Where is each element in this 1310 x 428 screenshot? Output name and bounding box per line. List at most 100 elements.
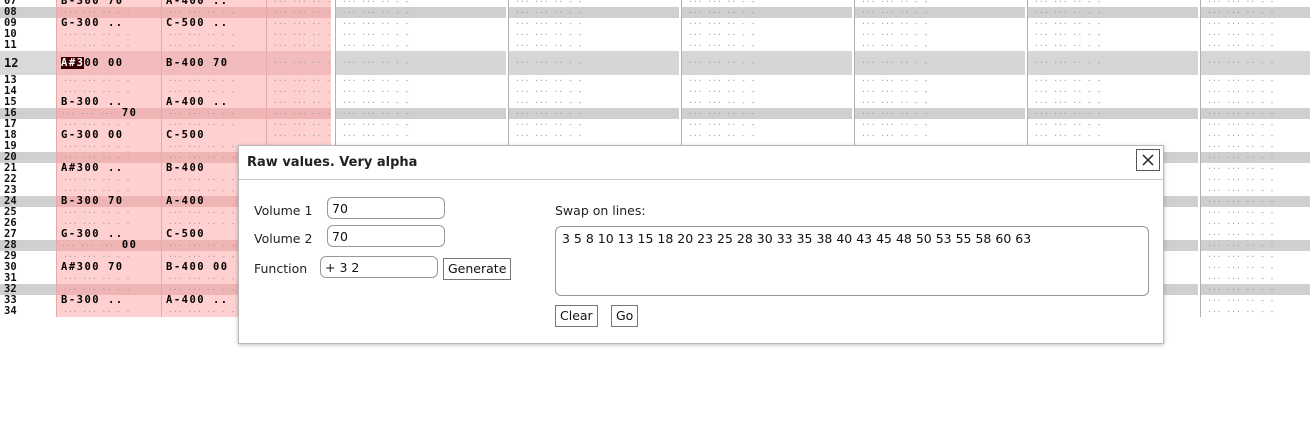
channel-cell[interactable]: ··· ··· ·· - - <box>266 7 331 18</box>
channel-cell[interactable]: ··· ··· ·· - - <box>508 86 679 97</box>
channel-cell[interactable]: ··· ··· ·· - - <box>1200 273 1310 284</box>
channel-cell[interactable]: C-500 .. <box>161 18 267 29</box>
channel-cell[interactable]: A#300 70 <box>56 262 162 273</box>
channel-cell[interactable]: ··· ··· ·· - - <box>1200 229 1310 240</box>
channel-cell[interactable]: ··· ··· ·· - - <box>335 29 506 40</box>
pattern-row[interactable]: 18G-300 00C-500··· ··· ·· - -··· ··· ·· … <box>0 130 1310 141</box>
channel-cell[interactable]: ··· ··· ·· - - <box>854 18 1025 29</box>
channel-cell[interactable]: ··· ··· ·· - - <box>854 29 1025 40</box>
channel-cell[interactable]: ··· ··· ·· - - <box>56 29 162 40</box>
channel-cell[interactable]: G-300 .. <box>56 229 162 240</box>
channel-cell[interactable]: C-500 <box>161 130 267 141</box>
channel-cell[interactable]: ··· ··· ·· - - <box>1027 18 1198 29</box>
volume1-input[interactable] <box>327 197 445 219</box>
channel-cell[interactable]: ··· ··· ·· - - <box>681 29 852 40</box>
channel-cell[interactable]: ··· ··· ·· - - <box>854 0 1025 7</box>
channel-cell[interactable]: A#300 00 <box>56 51 162 75</box>
channel-cell[interactable]: ··· ··· ·· - - <box>854 97 1025 108</box>
channel-cell[interactable]: ··· ··· ·· - - <box>266 29 331 40</box>
channel-cell[interactable]: ··· ··· ·· - - <box>1027 75 1198 86</box>
channel-cell[interactable]: ··· ··· ·· - - <box>1200 119 1310 130</box>
go-button[interactable]: Go <box>611 305 639 327</box>
volume2-input[interactable] <box>327 225 445 247</box>
channel-cell[interactable]: ··· ··· ·· - - <box>1200 240 1310 251</box>
channel-cell[interactable]: ··· ··· ·· - - <box>681 86 852 97</box>
channel-cell[interactable]: ··· ··· ·· - - <box>508 7 679 18</box>
channel-cell[interactable]: B-400 70 <box>161 51 267 75</box>
channel-cell[interactable]: ··· ··· ·· - - <box>1200 284 1310 295</box>
channel-cell[interactable]: ··· ··· ·· - - <box>335 97 506 108</box>
channel-cell[interactable]: ··· ··· ·· - - <box>854 119 1025 130</box>
channel-cell[interactable]: ··· ··· ·· - - <box>854 130 1025 141</box>
channel-cell[interactable]: ··· ··· ·· - - <box>508 29 679 40</box>
channel-cell[interactable]: ··· ··· ·· - - <box>335 7 506 18</box>
channel-cell[interactable]: G-300 .. <box>56 18 162 29</box>
channel-cell[interactable]: ··· ··· ·· - - <box>1027 97 1198 108</box>
channel-cell[interactable]: ··· ··· ·· - - <box>1200 218 1310 229</box>
channel-cell[interactable]: ··· ··· ·· - - <box>1200 7 1310 18</box>
channel-cell[interactable]: ··· ··· ·· - - <box>1027 86 1198 97</box>
channel-cell[interactable]: ··· ··· ·· - - <box>56 207 162 218</box>
channel-cell[interactable]: ··· ··· ·· - - <box>56 152 162 163</box>
channel-cell[interactable]: ··· ··· ·· - - <box>1200 251 1310 262</box>
channel-cell[interactable]: ··· ··· ·· - - <box>266 97 331 108</box>
channel-cell[interactable]: ··· ··· ·· - - <box>1200 185 1310 196</box>
channel-cell[interactable]: ··· ··· ·· - - <box>681 0 852 7</box>
channel-cell[interactable]: ··· ··· ·· - - <box>508 18 679 29</box>
channel-cell[interactable]: ··· ··· ·· - - <box>56 40 162 51</box>
channel-cell[interactable]: A-400 .. <box>161 0 267 7</box>
channel-cell[interactable]: B-300 70 <box>56 0 162 7</box>
channel-cell[interactable]: B-300 .. <box>56 295 162 306</box>
channel-cell[interactable]: ··· ··· ·· - - <box>508 108 679 119</box>
channel-cell[interactable]: ··· ··· ·· - - <box>266 75 331 86</box>
pattern-row[interactable]: 07B-300 70A-400 ..··· ··· ·· - -··· ··· … <box>0 0 1310 7</box>
channel-cell[interactable]: ··· ··· ·· - - <box>56 174 162 185</box>
channel-cell[interactable]: ··· ··· ·· - - <box>1200 0 1310 7</box>
channel-cell[interactable]: ··· ··· ·· - - <box>508 0 679 7</box>
channel-cell[interactable]: ··· ··· ·· - - <box>161 119 267 130</box>
channel-cell[interactable]: ··· ··· ·· - - <box>1200 29 1310 40</box>
pattern-row[interactable]: 13 ··· ··· ·· - - ··· ··· ·· - - ··· ··· ··… <box>0 75 1310 86</box>
channel-cell[interactable]: ··· ··· ·· - - <box>266 108 331 119</box>
channel-cell[interactable]: ··· ··· ·· - - <box>1200 295 1310 306</box>
channel-cell[interactable]: ··· ··· ·· - - <box>681 18 852 29</box>
channel-cell[interactable]: ··· ··· ·· - - <box>335 86 506 97</box>
channel-cell[interactable]: ··· ··· ·· - - <box>335 40 506 51</box>
channel-cell[interactable]: A-400 .. <box>161 97 267 108</box>
channel-cell[interactable]: ··· ··· ·· - - <box>681 97 852 108</box>
channel-cell[interactable]: ··· ··· ·· - - <box>56 273 162 284</box>
channel-cell[interactable]: ··· ··· ·· - - <box>508 75 679 86</box>
channel-cell[interactable]: ··· ··· ·· - - <box>1200 152 1310 163</box>
channel-cell[interactable]: ··· ··· ·· - - <box>266 40 331 51</box>
channel-cell[interactable]: ··· ··· ·· - - <box>1027 7 1198 18</box>
channel-cell[interactable]: ··· ··· ·· - - <box>681 75 852 86</box>
channel-cell[interactable]: ··· ··· ·· - - <box>335 108 506 119</box>
channel-cell[interactable]: ··· ··· ·· - - <box>56 7 162 18</box>
channel-cell[interactable]: ··· ··· ·· - - <box>1027 130 1198 141</box>
channel-cell[interactable]: ··· ··· ·· - - <box>161 29 267 40</box>
channel-cell[interactable]: ··· ··· ·· - - <box>56 119 162 130</box>
channel-cell[interactable]: ··· ··· ·· - - <box>1027 119 1198 130</box>
channel-cell[interactable]: ··· ··· ·· - - <box>1027 0 1198 7</box>
channel-cell[interactable]: ··· ··· ·· - - <box>266 130 331 141</box>
channel-cell[interactable]: ··· ··· ·· - - <box>1200 86 1310 97</box>
channel-cell[interactable]: ··· ··· ·· - - <box>56 306 162 317</box>
channel-cell[interactable]: G-300 00 <box>56 130 162 141</box>
channel-cell[interactable]: ··· ··· ·· - - <box>266 51 331 75</box>
channel-cell[interactable]: ··· ··· ·· - - <box>335 51 506 75</box>
channel-cell[interactable]: ··· ··· ·· - - <box>335 0 506 7</box>
swap-lines-textarea[interactable]: 3 5 8 10 13 15 18 20 23 25 28 30 33 35 3… <box>555 226 1149 296</box>
channel-cell[interactable]: ··· ··· ·· - - <box>681 51 852 75</box>
channel-cell[interactable]: ··· ··· ·· - - <box>335 75 506 86</box>
channel-cell[interactable]: ··· ··· ·· - - <box>56 251 162 262</box>
channel-cell[interactable]: ··· ··· ·· - - <box>1200 174 1310 185</box>
channel-cell[interactable]: ··· ··· ·· - - <box>335 130 506 141</box>
channel-cell[interactable]: ··· ··· ·· - - <box>266 0 331 7</box>
channel-cell[interactable]: ··· ··· ··· 70 <box>56 108 162 119</box>
channel-cell[interactable]: ··· ··· ··· 00 <box>56 240 162 251</box>
channel-cell[interactable]: ··· ··· ·· - - <box>1200 207 1310 218</box>
channel-cell[interactable]: ··· ··· ·· - - <box>854 51 1025 75</box>
pattern-row[interactable]: 16 ··· ··· ··· 70 ··· ··· ·· - - ··· ··· ··… <box>0 108 1310 119</box>
channel-cell[interactable]: ··· ··· ·· - - <box>854 75 1025 86</box>
channel-cell[interactable]: ··· ··· ·· - - <box>335 119 506 130</box>
